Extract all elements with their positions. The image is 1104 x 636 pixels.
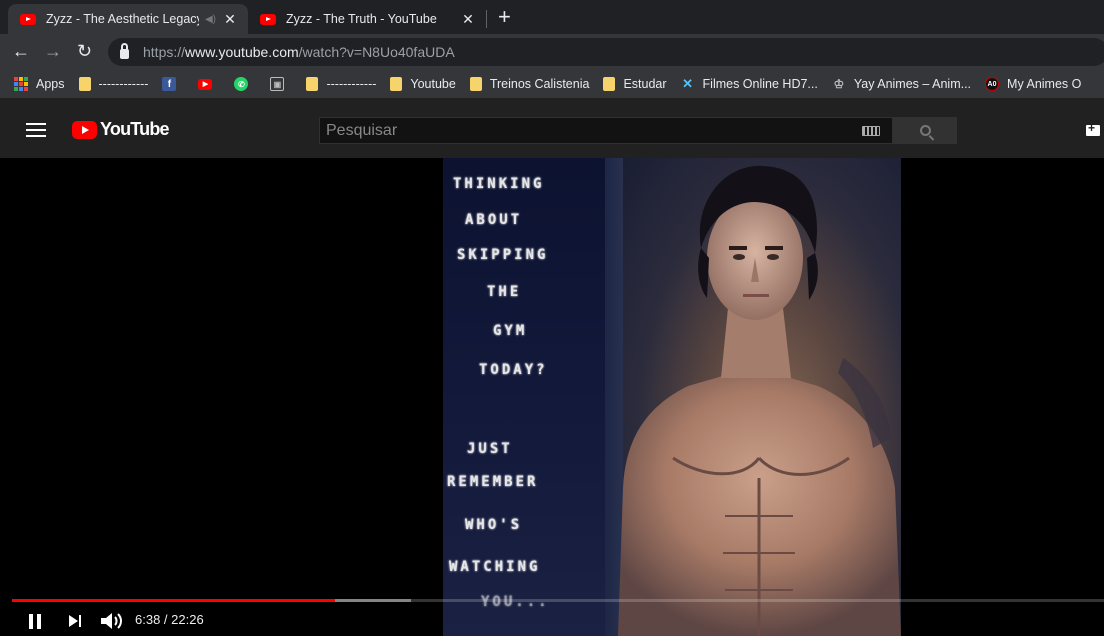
youtube-favicon-icon [260,13,276,25]
lock-icon[interactable] [120,42,129,59]
tab-close-icon[interactable]: ✕ [222,11,238,28]
motto-line: WHO'S [465,517,523,533]
bookmark-folder-youtube[interactable]: Youtube [390,77,456,91]
x-icon: ✕ [682,76,693,91]
bookmark-label: My Animes O [1007,77,1082,91]
volume-icon[interactable] [100,612,124,630]
bookmark-label: Youtube [410,77,456,91]
search-input[interactable] [320,121,840,140]
motto-line: ABOUT [465,212,523,228]
motto-line: THE [487,284,522,300]
motto-line: JUST [467,441,513,457]
url-host: www.youtube.com [185,44,299,60]
image-icon: ▣ [270,77,285,91]
motto-line: WATCHING [449,559,541,575]
bookmark-label: Estudar [623,77,667,91]
played-bar [12,599,335,602]
address-bar[interactable]: https://www.youtube.com/watch?v=N8Uo40fa… [108,38,1104,66]
browser-tab-strip: Zyzz - The Aesthetic Legacy ◀) ✕ Zyzz - … [0,0,1104,34]
yay-icon: ♔ [833,77,845,91]
pause-icon[interactable] [28,614,42,629]
video-player[interactable]: THINKING ABOUT SKIPPING THE GYM TODAY? J… [0,158,1104,636]
new-tab-button[interactable]: + [498,5,511,29]
video-frame: THINKING ABOUT SKIPPING THE GYM TODAY? J… [443,158,901,636]
create-video-icon[interactable] [1086,121,1100,136]
bookmark-image[interactable]: ▣ [270,77,292,91]
keyboard-icon[interactable] [862,126,880,136]
forward-button[interactable]: → [44,41,62,61]
folder-icon [603,77,616,91]
youtube-header: YouTube [0,98,1104,158]
browser-toolbar: ← → ↻ https://www.youtube.com/watch?v=N8… [0,34,1104,70]
speaker-icon[interactable]: ◀) [205,14,216,25]
seek-bar[interactable] [12,599,1104,602]
duration: 22:26 [171,612,204,627]
bookmark-folder-treinos-calistenia[interactable]: Treinos Calistenia [469,77,590,91]
facebook-icon: f [162,77,177,91]
motto-line: SKIPPING [457,247,549,263]
time-display: 6:38 / 22:26 [135,612,204,627]
reload-button[interactable]: ↻ [77,41,92,61]
next-icon[interactable] [69,615,82,627]
youtube-logo[interactable]: YouTube [72,119,170,140]
search-box [319,117,893,144]
motto-line: REMEMBER [447,474,539,490]
bookmark-youtube[interactable]: ▶ [198,78,220,90]
bookmark-label: ------------ [98,77,149,91]
bookmark-filmes-online[interactable]: ✕ Filmes Online HD7... [681,76,818,91]
bookmark-label: Treinos Calistenia [489,77,590,91]
youtube-wordmark: YouTube [100,119,170,139]
search-button[interactable] [893,117,957,144]
motto-line: TODAY? [479,362,548,378]
bookmark-label: Filmes Online HD7... [702,77,818,91]
tab-separator [486,10,487,28]
myanimes-icon: A0 [985,77,1000,91]
youtube-favicon-icon [20,13,36,25]
bookmark-label: Apps [36,77,65,91]
youtube-icon: ▶ [198,78,213,90]
bookmark-yay-animes[interactable]: ♔ Yay Animes – Anim... [832,77,971,91]
player-controls: 6:38 / 22:26 [0,604,1104,636]
bookmark-folder-dashes-2[interactable]: ------------ [306,77,376,91]
bookmark-facebook[interactable]: f [162,77,184,91]
bookmarks-bar: Apps ------------ f ▶ ✆ ▣ ------------ Y… [0,70,1104,98]
hamburger-menu-icon[interactable] [26,123,46,141]
tab-close-icon[interactable]: ✕ [460,11,476,28]
tab-title: Zyzz - The Aesthetic Legacy [46,12,199,26]
current-time: 6:38 [135,612,161,627]
bookmark-whatsapp[interactable]: ✆ [234,77,256,91]
time-separator: / [160,612,172,627]
url-path: /watch?v=N8Uo40faUDA [298,44,455,60]
search-icon [919,125,931,136]
youtube-play-logo-icon [72,120,97,139]
tab-zyzz-the-truth[interactable]: Zyzz - The Truth - YouTube ✕ [248,4,486,34]
whatsapp-icon: ✆ [234,77,249,91]
bookmark-folder-estudar[interactable]: Estudar [603,77,667,91]
back-button[interactable]: ← [12,41,30,61]
tab-title: Zyzz - The Truth - YouTube [286,12,437,26]
bookmark-my-animes[interactable]: A0 My Animes O [985,77,1081,91]
folder-icon [469,77,482,91]
motto-line: THINKING [453,176,545,192]
folder-icon [78,77,91,91]
url-scheme: https:// [143,44,186,60]
bookmark-folder-dashes-1[interactable]: ------------ [78,77,149,91]
url-text[interactable]: https://www.youtube.com/watch?v=N8Uo40fa… [143,44,455,60]
bookmark-label: ------------ [326,77,377,91]
apps-grid-icon [14,77,28,91]
bookmark-label: Yay Animes – Anim... [853,77,972,91]
folder-icon [306,77,319,91]
tab-zyzz-aesthetic-legacy[interactable]: Zyzz - The Aesthetic Legacy ◀) ✕ [8,4,248,34]
motto-line: GYM [493,323,528,339]
folder-icon [390,77,403,91]
bookmark-apps[interactable]: Apps [14,77,65,91]
